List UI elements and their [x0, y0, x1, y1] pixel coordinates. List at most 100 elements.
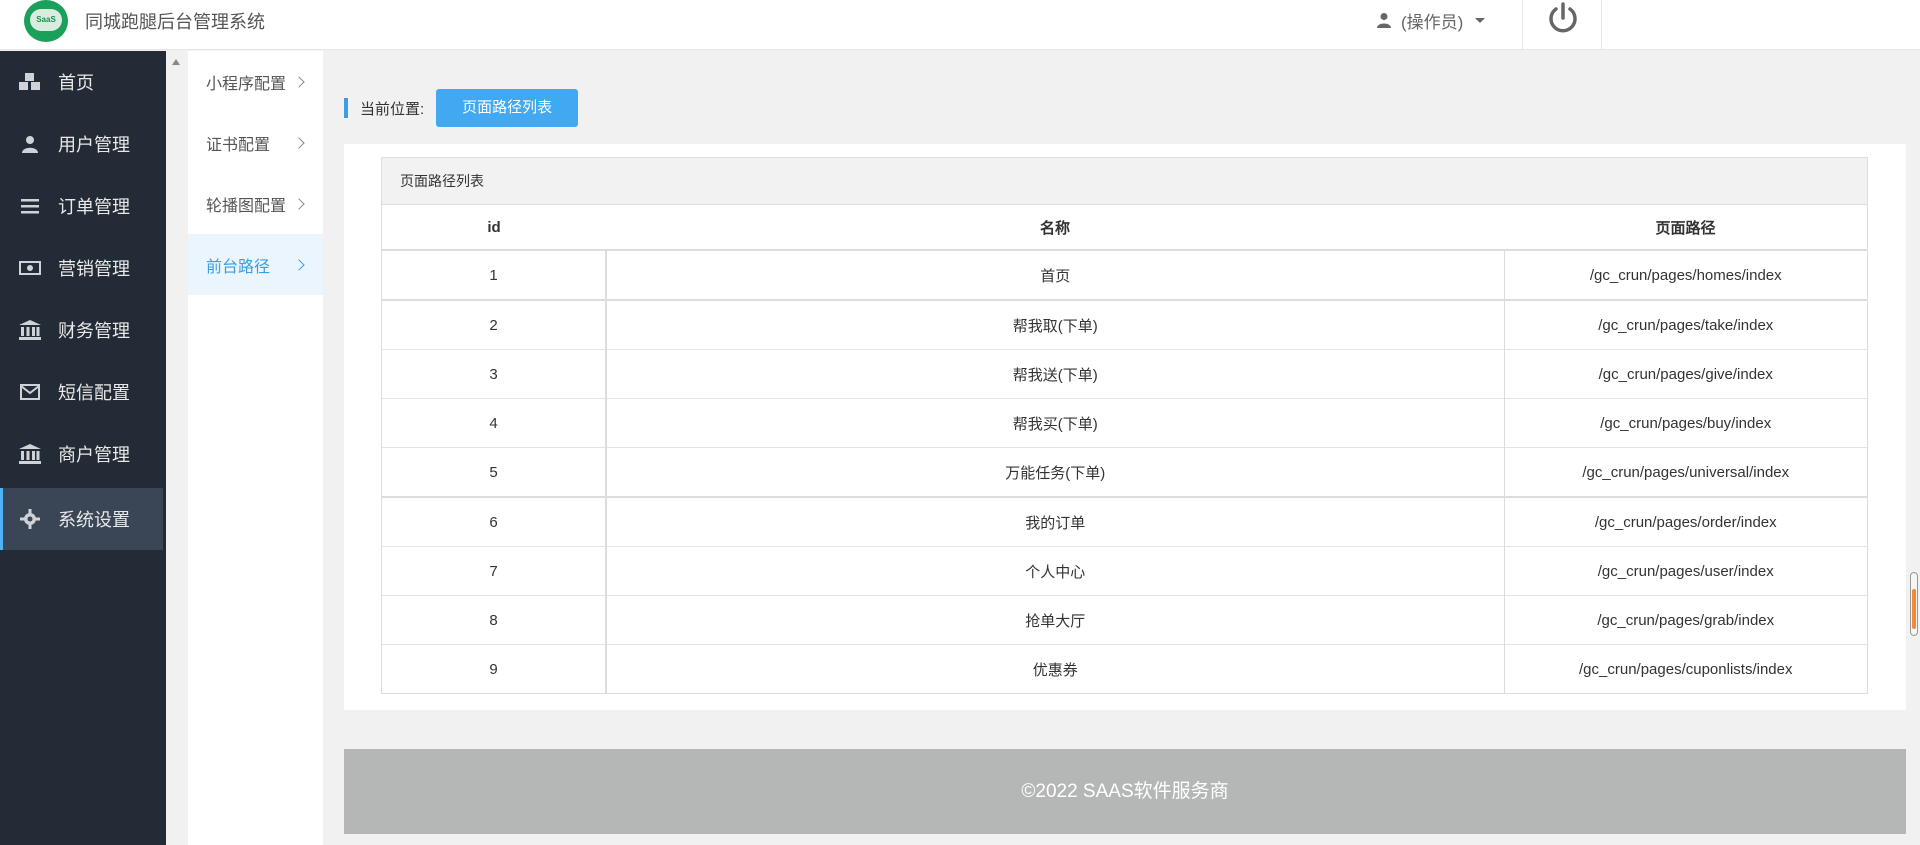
bank-icon — [18, 444, 42, 464]
table-header-row: id 名称 页面路径 — [382, 205, 1867, 250]
cell-name: 帮我买(下单) — [606, 398, 1505, 448]
settings-submenu: 小程序配置 证书配置 轮播图配置 前台路径 — [188, 51, 323, 845]
cell-name: 帮我送(下单) — [606, 349, 1505, 399]
sidebar-item-label: 订单管理 — [58, 197, 130, 217]
submenu-item-frontend-paths[interactable]: 前台路径 — [188, 234, 323, 295]
sidebar-item-orders[interactable]: 订单管理 — [0, 175, 166, 237]
table-row: 2 帮我取(下单) /gc_crun/pages/take/index — [382, 299, 1867, 350]
table-caption: 页面路径列表 — [382, 158, 1867, 205]
sidebar-item-label: 系统设置 — [58, 510, 130, 530]
sidebar-item-finance[interactable]: 财务管理 — [0, 299, 166, 361]
submenu-item-carousel[interactable]: 轮播图配置 — [188, 173, 323, 234]
logo-text: SaaS — [30, 9, 62, 31]
cell-name: 万能任务(下单) — [606, 447, 1505, 497]
user-icon — [1377, 13, 1391, 28]
envelope-icon — [18, 382, 42, 402]
column-header-path: 页面路径 — [1655, 219, 1716, 237]
user-menu[interactable]: (操作员) — [1377, 8, 1486, 32]
cell-id: 1 — [382, 249, 607, 300]
breadcrumb: 当前位置: 页面路径列表 — [344, 88, 579, 128]
scroll-up-icon[interactable] — [172, 59, 180, 65]
sidebar-item-marketing[interactable]: 营销管理 — [0, 237, 166, 299]
chevron-right-icon — [293, 258, 305, 271]
cell-path: /gc_crun/pages/take/index — [1504, 299, 1867, 350]
table-row: 5 万能任务(下单) /gc_crun/pages/universal/inde… — [382, 447, 1867, 497]
breadcrumb-current-button[interactable]: 页面路径列表 — [436, 89, 579, 127]
cell-name: 帮我取(下单) — [606, 299, 1505, 350]
sidebar-item-settings[interactable]: 系统设置 — [0, 488, 163, 550]
sidebar-item-home[interactable]: 首页 — [0, 51, 166, 113]
sidebar-item-label: 营销管理 — [58, 259, 130, 279]
cell-name: 首页 — [606, 249, 1505, 300]
sidebar-item-label: 用户管理 — [58, 135, 130, 155]
page-scrollbar[interactable] — [1910, 572, 1918, 636]
table-row: 9 优惠券 /gc_crun/pages/cuponlists/index — [382, 644, 1867, 693]
cell-path: /gc_crun/pages/universal/index — [1504, 447, 1867, 497]
page-path-table: 页面路径列表 id 名称 页面路径 1 首页 /gc_crun/pages/ho… — [381, 157, 1868, 694]
cell-id: 2 — [382, 299, 607, 350]
footer: ©2022 SAAS软件服务商 — [344, 749, 1906, 834]
cell-id: 4 — [382, 398, 607, 448]
column-header-name: 名称 — [1039, 219, 1070, 237]
top-header: SaaS 同城跑腿后台管理系统 (操作员) — [0, 0, 1920, 50]
user-icon — [18, 134, 42, 154]
content-panel: 页面路径列表 id 名称 页面路径 1 首页 /gc_crun/pages/ho… — [344, 144, 1906, 710]
breadcrumb-label: 当前位置: — [360, 100, 425, 118]
chevron-right-icon — [293, 136, 305, 149]
table-row: 1 首页 /gc_crun/pages/homes/index — [382, 249, 1867, 300]
submenu-item-label: 小程序配置 — [206, 75, 287, 93]
chevron-down-icon — [1475, 17, 1486, 23]
table-row: 8 抢单大厅 /gc_crun/pages/grab/index — [382, 595, 1867, 645]
table-row: 4 帮我买(下单) /gc_crun/pages/buy/index — [382, 398, 1867, 448]
submenu-item-label: 轮播图配置 — [206, 197, 287, 215]
cell-path: /gc_crun/pages/grab/index — [1504, 595, 1867, 645]
cell-id: 8 — [382, 595, 607, 645]
cell-name: 抢单大厅 — [606, 595, 1505, 645]
sidebar-item-label: 财务管理 — [58, 321, 130, 341]
sidebar-scrollbar[interactable] — [166, 51, 186, 845]
table-row: 3 帮我送(下单) /gc_crun/pages/give/index — [382, 349, 1867, 399]
money-icon — [18, 258, 42, 278]
scrollbar-thumb[interactable] — [1912, 589, 1916, 629]
cell-name: 我的订单 — [606, 496, 1505, 547]
user-role-label: (操作员) — [1401, 12, 1464, 32]
submenu-item-label: 前台路径 — [206, 258, 271, 276]
sidebar-item-label: 首页 — [58, 73, 94, 93]
column-header-id: id — [487, 218, 501, 236]
cell-path: /gc_crun/pages/give/index — [1504, 349, 1867, 399]
list-icon — [18, 196, 42, 216]
power-icon — [1549, 2, 1577, 33]
sidebar-item-sms[interactable]: 短信配置 — [0, 361, 166, 423]
cell-path: /gc_crun/pages/homes/index — [1504, 249, 1867, 300]
cell-id: 5 — [382, 447, 607, 497]
bank-icon — [18, 320, 42, 340]
logout-button[interactable] — [1544, 0, 1582, 38]
cell-id: 3 — [382, 349, 607, 399]
data-table: id 名称 页面路径 1 首页 /gc_crun/pages/homes/ind… — [382, 205, 1867, 693]
sidebar-item-users[interactable]: 用户管理 — [0, 113, 166, 175]
sidebar-item-label: 商户管理 — [58, 445, 130, 465]
chevron-right-icon — [293, 75, 305, 88]
table-row: 7 个人中心 /gc_crun/pages/user/index — [382, 546, 1867, 596]
cell-id: 7 — [382, 546, 607, 596]
cell-name: 优惠券 — [606, 644, 1505, 693]
app-title: 同城跑腿后台管理系统 — [85, 12, 265, 32]
cell-path: /gc_crun/pages/order/index — [1504, 496, 1867, 547]
cubes-icon — [18, 72, 42, 92]
sidebar-item-label: 短信配置 — [58, 383, 130, 403]
cell-id: 6 — [382, 496, 607, 547]
cell-id: 9 — [382, 644, 607, 693]
header-divider — [1522, 0, 1523, 50]
submenu-item-label: 证书配置 — [206, 136, 271, 154]
header-divider — [1601, 0, 1602, 50]
cell-path: /gc_crun/pages/user/index — [1504, 546, 1867, 596]
submenu-item-certificate[interactable]: 证书配置 — [188, 112, 323, 173]
table-row: 6 我的订单 /gc_crun/pages/order/index — [382, 496, 1867, 547]
sidebar-item-merchants[interactable]: 商户管理 — [0, 423, 166, 485]
cell-path: /gc_crun/pages/cuponlists/index — [1504, 644, 1867, 693]
chevron-right-icon — [293, 197, 305, 210]
logo[interactable]: SaaS — [24, 0, 68, 42]
sidebar: 首页 用户管理 订单管理 营销管理 财务管理 短信配置 商户管理 系统设置 — [0, 51, 166, 845]
submenu-item-miniprogram[interactable]: 小程序配置 — [188, 51, 323, 112]
cell-path: /gc_crun/pages/buy/index — [1504, 398, 1867, 448]
